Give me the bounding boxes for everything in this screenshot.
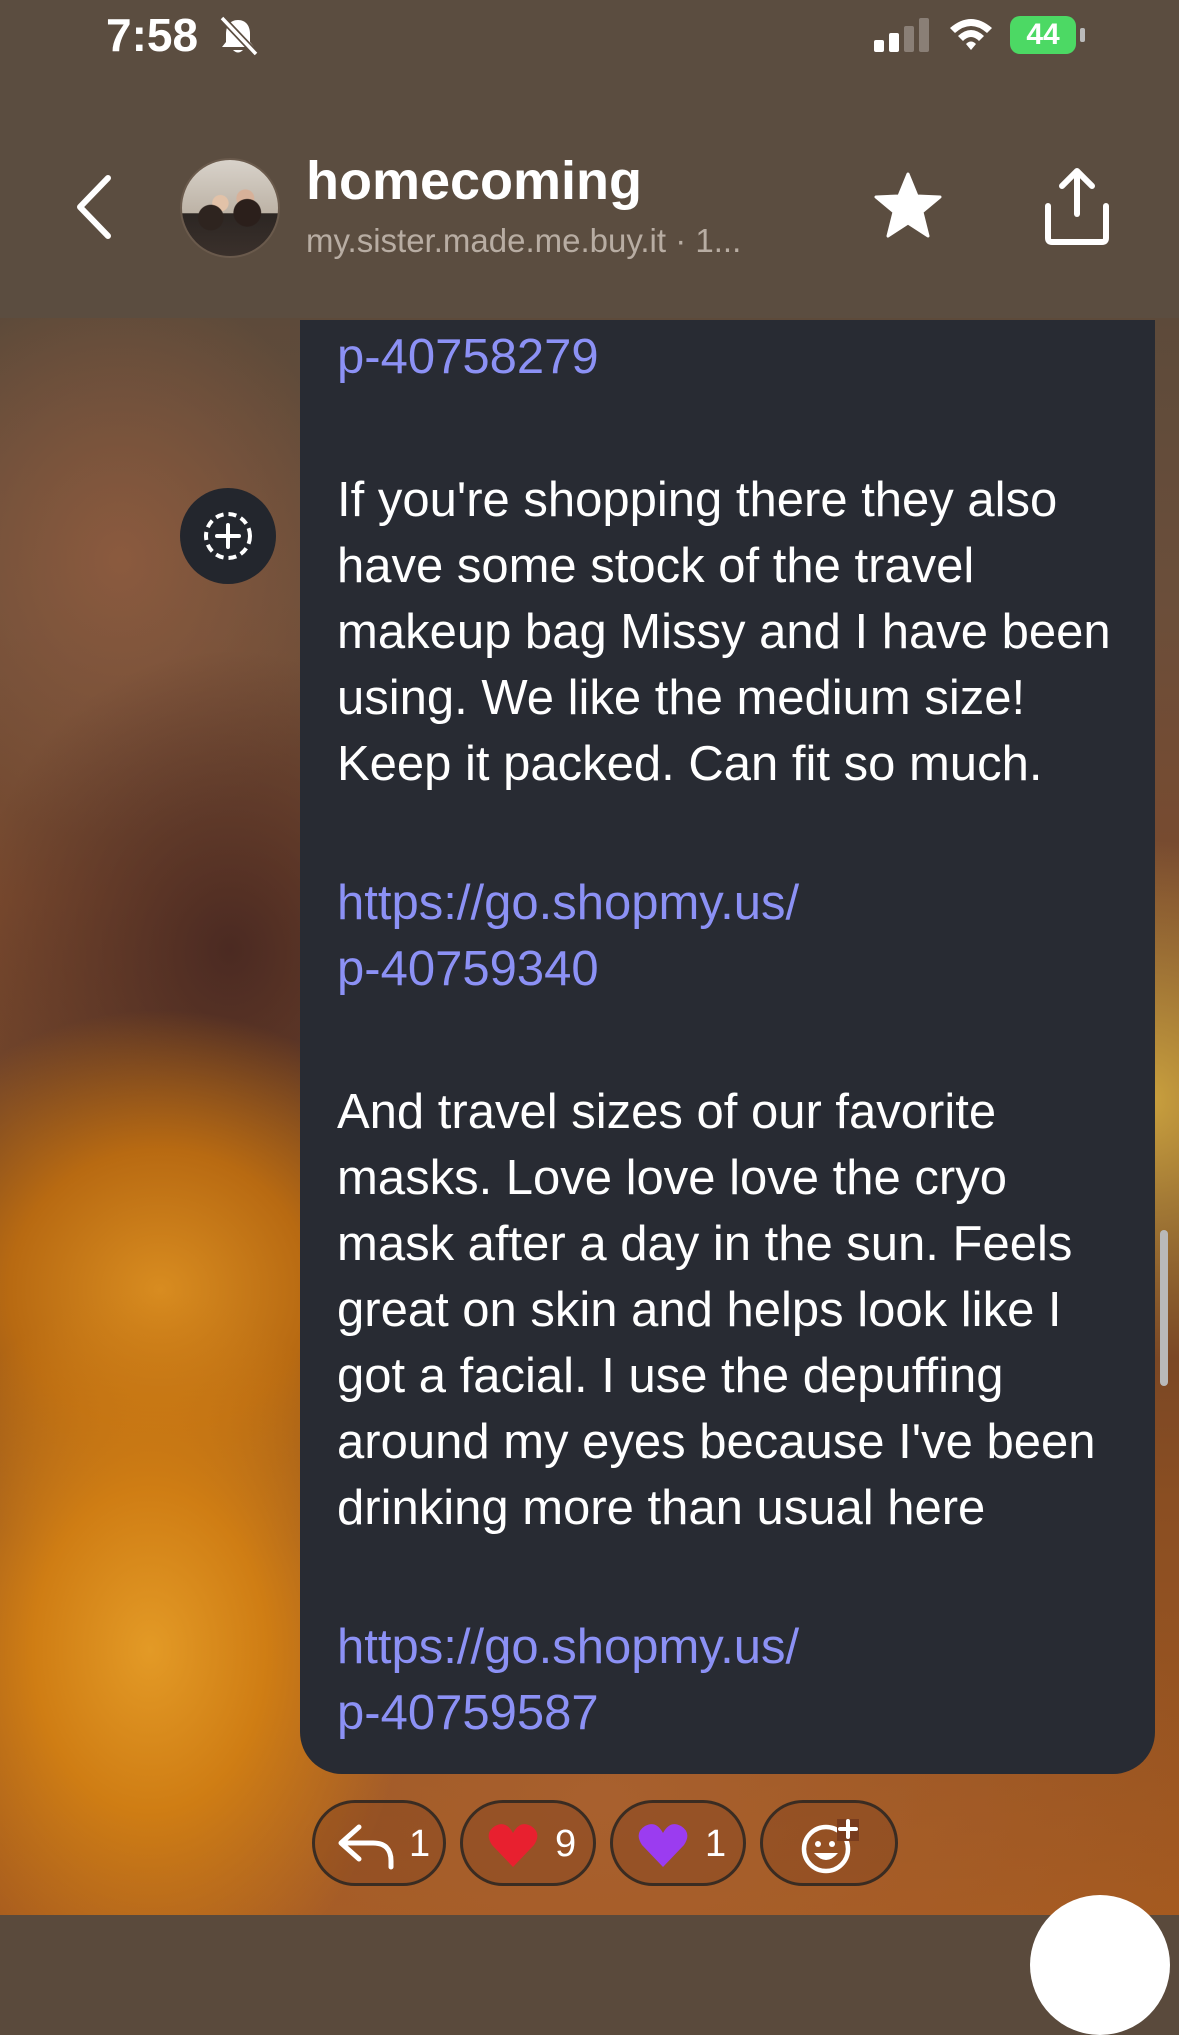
heart-reaction-pill[interactable]: 9 <box>460 1800 596 1886</box>
add-circle-icon <box>204 512 252 560</box>
message-paragraph-1: If you're shopping there they also have … <box>337 473 1111 791</box>
message-link-top[interactable]: p-40758279 <box>337 324 1137 390</box>
purple-heart-count: 1 <box>705 1823 727 1865</box>
message-link-1-line-1[interactable]: https://go.shopmy.us/ <box>337 870 1137 936</box>
purple-heart-reaction-pill[interactable]: 1 <box>610 1800 746 1886</box>
red-heart-icon <box>488 1824 538 1867</box>
add-emoji-reaction-pill[interactable] <box>760 1800 898 1886</box>
message-link-2[interactable]: https://go.shopmy.us/ p-40759587 <box>337 1614 1137 1746</box>
heart-count: 9 <box>555 1823 577 1865</box>
back-chevron-icon[interactable] <box>70 172 120 242</box>
message-link-2-line-1[interactable]: https://go.shopmy.us/ <box>337 1614 1137 1680</box>
cellular-signal-icon <box>874 18 929 52</box>
header-bar: 7:58 44 homecoming my.sister.made.me.buy… <box>0 0 1179 318</box>
reply-arrow-icon <box>338 1824 394 1870</box>
reply-reaction-pill[interactable]: 1 <box>312 1800 446 1886</box>
chat-subtitle[interactable]: my.sister.made.me.buy.it · 1... <box>306 222 741 260</box>
status-time: 7:58 <box>106 9 199 61</box>
chat-title[interactable]: homecoming <box>306 150 642 212</box>
avatar[interactable] <box>180 158 280 258</box>
add-reaction-circle-button[interactable] <box>180 488 276 584</box>
add-emoji-icon <box>801 1819 859 1874</box>
message-link-1[interactable]: https://go.shopmy.us/ p-40759340 <box>337 870 1137 1002</box>
wifi-icon <box>950 19 992 50</box>
message-link-1-line-2[interactable]: p-40759340 <box>337 936 1137 1002</box>
floating-action-button[interactable] <box>1030 1895 1170 2035</box>
battery-cap <box>1080 28 1085 42</box>
bell-slash-icon <box>219 15 259 57</box>
battery-indicator: 44 <box>1010 16 1076 54</box>
share-icon[interactable] <box>1040 166 1114 246</box>
message-paragraph-2: And travel sizes of our favorite masks. … <box>337 1085 1096 1535</box>
purple-heart-icon <box>638 1824 688 1867</box>
star-icon[interactable] <box>872 170 944 242</box>
scrollbar[interactable] <box>1160 1230 1168 1386</box>
reply-count: 1 <box>409 1823 431 1865</box>
message-link-2-line-2[interactable]: p-40759587 <box>337 1680 1137 1746</box>
battery-level: 44 <box>1026 18 1060 51</box>
